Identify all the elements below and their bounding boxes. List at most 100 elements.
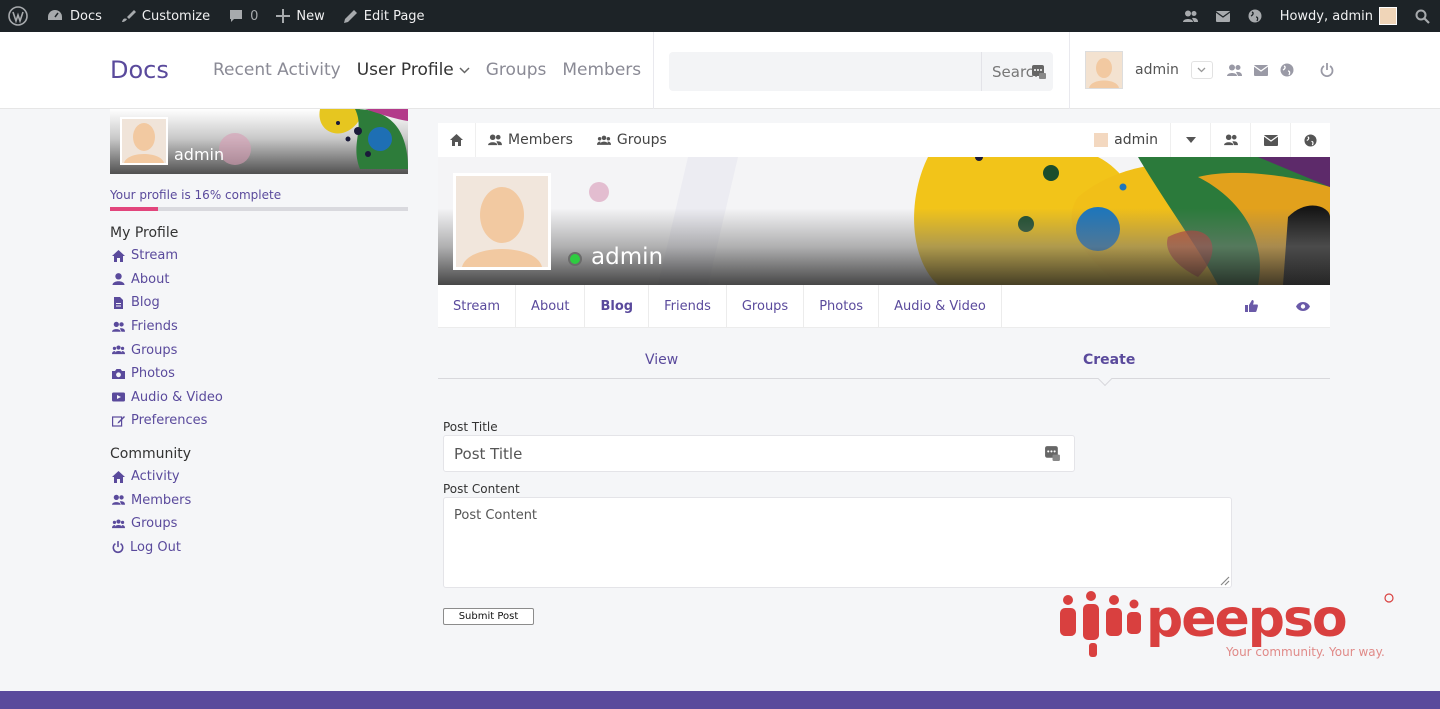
header-search: Search (669, 52, 1053, 91)
sidebar-item-groups[interactable]: Groups (112, 338, 223, 362)
profile-cover: admin (438, 157, 1330, 285)
user-icon (112, 273, 125, 286)
password-manager-icon (1032, 65, 1046, 79)
edit-page-link[interactable]: Edit Page (334, 0, 434, 32)
friends-icon (1223, 134, 1238, 146)
plus-icon (276, 9, 291, 23)
tab-friends[interactable]: Friends (649, 285, 727, 327)
friends-icon[interactable] (1226, 64, 1242, 77)
my-account-menu[interactable]: Howdy, admin (1271, 0, 1406, 32)
header-notification-icons (1226, 62, 1334, 78)
post-title-input[interactable] (443, 435, 1075, 472)
submit-post-button[interactable]: Submit Post (443, 608, 534, 625)
sidebar-item-about[interactable]: About (112, 268, 223, 292)
sidebar-item-audio-video[interactable]: Audio & Video (112, 386, 223, 410)
chevron-down-icon (1197, 67, 1206, 73)
tab-groups[interactable]: Groups (727, 285, 805, 327)
camera-icon (112, 368, 125, 379)
nav-members[interactable]: Members (562, 60, 641, 80)
tab-audio-video[interactable]: Audio & Video (879, 285, 1002, 327)
envelope-icon (1215, 10, 1230, 22)
community-menu: Activity Members Groups Log Out (112, 465, 191, 559)
customize-link[interactable]: Customize (111, 0, 219, 32)
search-input[interactable] (669, 52, 981, 91)
profile-name: admin (591, 244, 664, 270)
power-icon[interactable] (1320, 62, 1334, 78)
header-avatar[interactable] (1085, 51, 1123, 89)
comments-link[interactable]: 0 (219, 0, 267, 32)
thumbs-up-icon[interactable] (1245, 300, 1258, 312)
profile-completion-bar (110, 207, 408, 211)
profile-completion-text: Your profile is 16% complete (110, 188, 282, 202)
post-content-textarea[interactable] (443, 497, 1232, 588)
envelope-icon[interactable] (1253, 64, 1268, 76)
online-status-indicator (568, 252, 582, 266)
active-subtab-caret (1097, 371, 1113, 387)
wordpress-logo-button[interactable] (0, 0, 37, 32)
nav-user-profile-label: User Profile (356, 60, 454, 80)
groups-icon (112, 345, 125, 355)
sidebar-item-friends[interactable]: Friends (112, 315, 223, 339)
nav-user-profile[interactable]: User Profile (357, 60, 470, 80)
dashboard-icon (48, 10, 62, 20)
top-bar-groups-link[interactable]: Groups (585, 123, 679, 157)
password-manager-icon[interactable] (1044, 445, 1061, 462)
friends-notification-button[interactable] (1174, 0, 1207, 32)
howdy-label: Howdy, admin (1279, 8, 1373, 24)
tab-about[interactable]: About (516, 285, 586, 327)
sidebar-item-members[interactable]: Members (112, 489, 191, 513)
site-name-label: Docs (70, 8, 102, 24)
eye-icon[interactable] (1296, 301, 1310, 311)
header-divider-right (1069, 32, 1070, 109)
top-bar-friends-button[interactable] (1210, 123, 1250, 157)
caret-down-icon (1185, 137, 1196, 143)
new-content-link[interactable]: New (267, 0, 333, 32)
notifications-button[interactable] (1239, 0, 1271, 32)
tab-photos[interactable]: Photos (804, 285, 880, 327)
messages-notification-button[interactable] (1207, 0, 1239, 32)
site-header: Docs Recent Activity User Profile Groups… (0, 32, 1440, 109)
sidebar-avatar[interactable] (120, 117, 168, 165)
profile-avatar[interactable] (453, 173, 551, 270)
header-user-name[interactable]: admin (1135, 62, 1179, 78)
sidebar-item-label: Preferences (131, 413, 208, 429)
sidebar-item-label: Photos (131, 366, 175, 382)
site-brand-link[interactable]: Docs (110, 56, 169, 84)
header-user-dropdown[interactable] (1190, 61, 1213, 79)
sidebar-item-log-out[interactable]: Log Out (112, 536, 191, 560)
sidebar-item-blog[interactable]: Blog (112, 291, 223, 315)
sidebar-user-name[interactable]: admin (174, 145, 224, 164)
sidebar-item-photos[interactable]: Photos (112, 362, 223, 386)
resize-handle-icon[interactable] (1218, 574, 1230, 586)
header-divider (653, 32, 654, 109)
sidebar-item-preferences[interactable]: Preferences (112, 409, 223, 433)
admin-bar-search-button[interactable] (1406, 0, 1440, 32)
top-bar-messages-button[interactable] (1250, 123, 1290, 157)
top-bar-dropdown-button[interactable] (1170, 123, 1210, 157)
subtab-view[interactable]: View (645, 352, 678, 368)
top-bar-notifications-button[interactable] (1290, 123, 1330, 157)
sidebar-item-label: Stream (131, 248, 179, 264)
top-bar-right: admin (1082, 123, 1330, 157)
sidebar-item-label: Activity (131, 469, 180, 485)
nav-groups[interactable]: Groups (486, 60, 547, 80)
tab-stream[interactable]: Stream (438, 285, 517, 327)
video-icon (112, 392, 125, 402)
sidebar-item-community-groups[interactable]: Groups (112, 512, 191, 536)
search-button[interactable]: Search (981, 52, 1053, 91)
tab-blog[interactable]: Blog (585, 285, 650, 327)
wp-admin-bar: Docs Customize 0 New Edit Page Howdy, ad… (0, 0, 1440, 32)
top-bar-user-link[interactable]: admin (1082, 123, 1170, 157)
sidebar-item-stream[interactable]: Stream (112, 244, 223, 268)
top-bar-home-button[interactable] (438, 123, 476, 157)
globe-icon[interactable] (1280, 63, 1294, 77)
subtab-create[interactable]: Create (1083, 352, 1135, 368)
sidebar-item-activity[interactable]: Activity (112, 465, 191, 489)
groups-icon (596, 135, 611, 145)
top-bar-members-link[interactable]: Members (476, 123, 585, 157)
nav-recent-activity[interactable]: Recent Activity (213, 60, 341, 80)
site-name-link[interactable]: Docs (37, 0, 111, 32)
globe-icon (1304, 133, 1317, 147)
new-label: New (296, 8, 325, 24)
top-bar-groups-label: Groups (616, 132, 667, 148)
